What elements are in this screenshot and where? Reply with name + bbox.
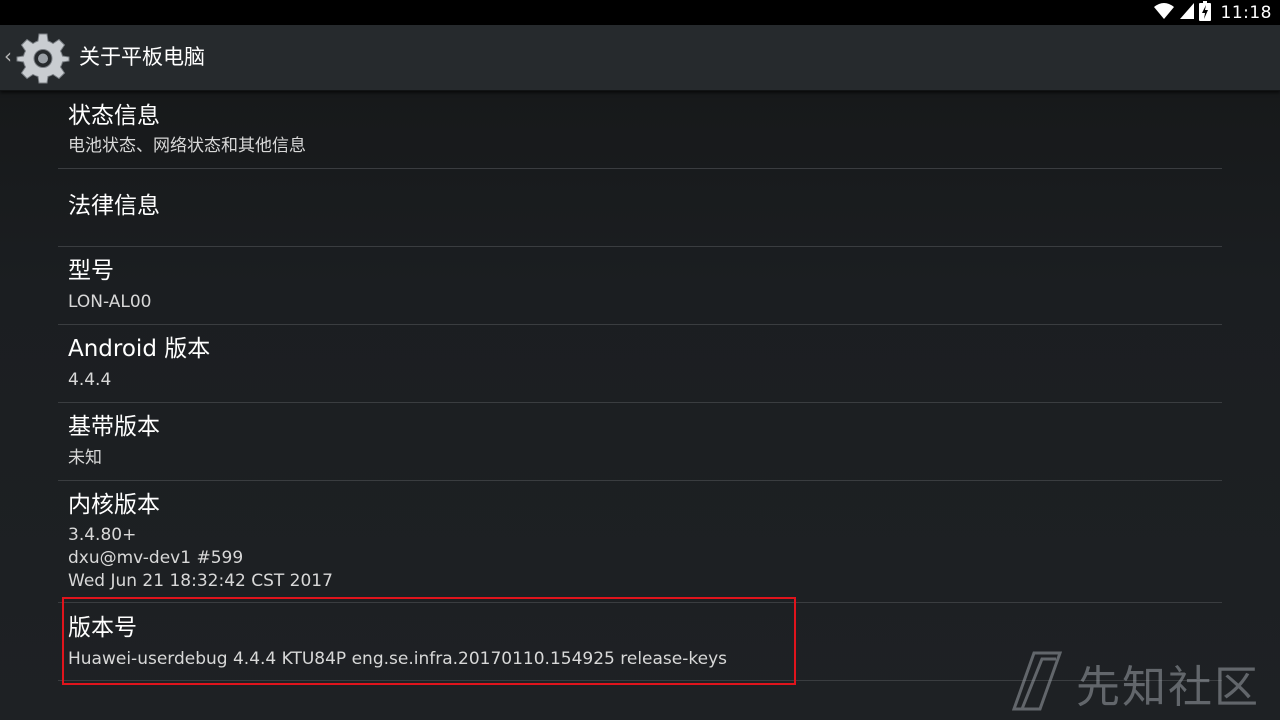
watermark-text: 先知社区 [1076,662,1260,713]
item-summary: LON-AL00 [68,292,152,312]
chevron-left-icon[interactable]: ‹ [4,46,12,66]
status-icons: 11:18 [1153,1,1273,25]
item-title: 基带版本 [68,414,160,440]
item-summary-line: dxu@mv-dev1 #599 [68,548,244,568]
action-bar: ‹ 关于平板电脑 [0,25,1280,91]
item-title: 状态信息 [68,103,160,129]
watermark: 先知社区 [1011,651,1260,715]
list-item-android-version[interactable]: Android 版本 4.4.4 [58,325,1222,403]
list-item-legal[interactable]: 法律信息 [58,169,1222,247]
wifi-icon [1153,2,1175,24]
item-summary-line: 3.4.80+ [68,525,137,545]
settings-gear-icon[interactable] [16,31,70,85]
preference-list: 状态信息 电池状态、网络状态和其他信息 法律信息 型号 LON-AL00 And… [58,91,1222,681]
status-bar: 11:18 [0,0,1280,25]
highlight-box [62,597,796,685]
list-item-status[interactable]: 状态信息 电池状态、网络状态和其他信息 [58,91,1222,169]
item-title: 法律信息 [68,193,160,219]
item-summary: 未知 [68,448,102,468]
item-summary: 电池状态、网络状态和其他信息 [68,136,306,156]
watermark-logo-icon [1011,651,1063,715]
item-summary-line: Wed Jun 21 18:32:42 CST 2017 [68,571,333,591]
settings-screen: 11:18 ‹ 关于平板电脑 状态信息 电池状态、网络状态和其他信息 法律信息 … [0,0,1280,720]
signal-icon [1179,2,1195,24]
page-title: 关于平板电脑 [79,45,205,69]
item-summary: 4.4.4 [68,370,112,390]
item-title: 型号 [68,258,114,284]
list-item-model: 型号 LON-AL00 [58,247,1222,325]
item-title: Android 版本 [68,336,211,362]
battery-icon [1198,1,1211,25]
list-item-kernel-version: 内核版本 3.4.80+ dxu@mv-dev1 #599 Wed Jun 21… [58,481,1222,603]
list-item-baseband-version: 基带版本 未知 [58,403,1222,481]
status-clock: 11:18 [1220,3,1272,23]
item-title: 内核版本 [68,492,160,518]
